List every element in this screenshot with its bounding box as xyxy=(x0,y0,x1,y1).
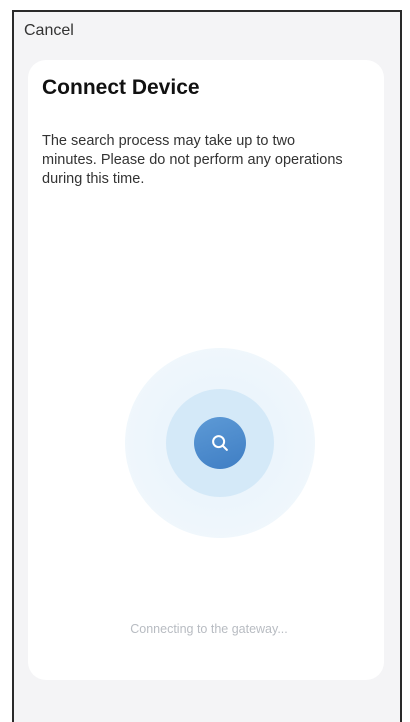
phone-screen: Cancel Connect Device The search process… xyxy=(12,10,402,722)
search-icon xyxy=(212,435,228,451)
description-text: The search process may take up to two mi… xyxy=(42,133,343,187)
connection-status-text: Connecting to the gateway... xyxy=(130,622,288,636)
page-title: Connect Device xyxy=(42,76,200,99)
search-indicator xyxy=(194,417,246,469)
cancel-button[interactable]: Cancel xyxy=(24,22,74,40)
